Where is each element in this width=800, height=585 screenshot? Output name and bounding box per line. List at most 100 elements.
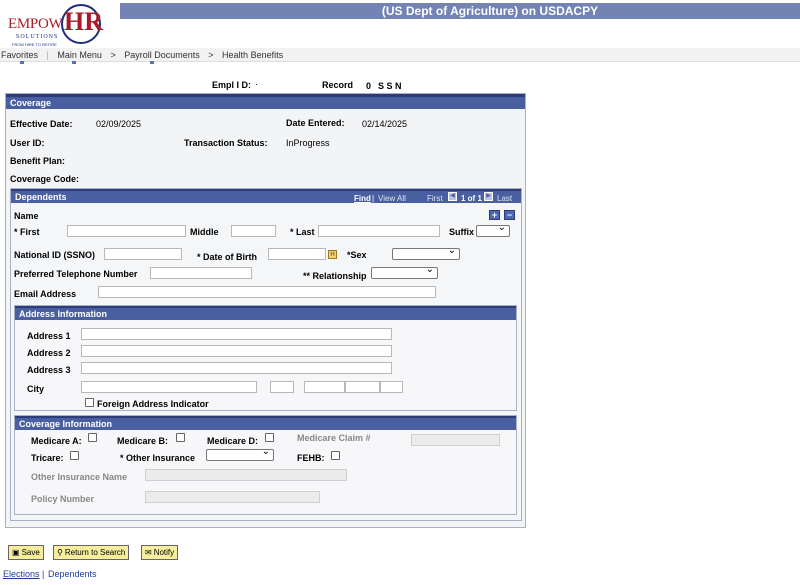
dob-input[interactable] <box>268 248 326 260</box>
country-input[interactable] <box>380 381 403 393</box>
national-id-input[interactable] <box>104 248 182 260</box>
medicare-d-checkbox[interactable] <box>265 433 274 442</box>
benefit-plan-label: Benefit Plan: <box>10 156 66 166</box>
page-info: 1 of 1 <box>461 194 482 203</box>
nav-main-menu[interactable]: Main Menu <box>57 50 102 60</box>
medicare-b-checkbox[interactable] <box>176 433 185 442</box>
medicare-b-label: Medicare B: <box>117 436 169 446</box>
empowhr-logo: EMPOW HR SOLUTIONS FROM HIRE TO RETIRE <box>6 4 121 48</box>
coverage-info-header: Coverage Information <box>15 416 516 430</box>
record-label: Record <box>322 80 354 90</box>
save-icon: ▣ <box>12 548 20 557</box>
email-label: Email Address <box>14 289 77 299</box>
view-all-link[interactable]: View All <box>378 194 406 203</box>
nav-health-benefits[interactable]: Health Benefits <box>222 50 283 60</box>
address2-label: Address 2 <box>27 348 71 358</box>
return-to-search-button[interactable]: ⚲ Return to Search <box>53 545 130 560</box>
transaction-status-value: InProgress <box>286 138 330 148</box>
ssn-label: S S N <box>378 81 402 91</box>
middle-name-input[interactable] <box>231 225 276 237</box>
other-insurance-select[interactable] <box>206 446 274 461</box>
middle-name-label: Middle <box>190 227 219 237</box>
dropdown-indicator-icon <box>20 61 24 64</box>
phone-input[interactable] <box>150 267 252 279</box>
last-name-label: * Last <box>290 227 315 237</box>
record-value: 0 <box>366 81 372 91</box>
breadcrumb-separator: > <box>110 50 116 60</box>
first-link[interactable]: First <box>427 194 443 203</box>
medicare-d-label: Medicare D: <box>207 436 259 446</box>
coverage-code-label: Coverage Code: <box>10 174 80 184</box>
address2-input[interactable] <box>81 345 392 357</box>
policy-number-input <box>145 491 320 503</box>
address1-label: Address 1 <box>27 331 71 341</box>
address-panel: Address Information <box>14 305 517 411</box>
next-icon[interactable]: ▶ <box>484 192 493 201</box>
dropdown-indicator-icon <box>72 61 76 64</box>
user-id-label: User ID: <box>10 138 45 148</box>
logo-solutions: SOLUTIONS <box>16 34 59 40</box>
nav-favorites[interactable]: Favorites <box>1 50 38 60</box>
footer-separator: | <box>42 569 45 579</box>
dropdown-indicator-icon <box>150 61 154 64</box>
fehb-label: FEHB: <box>297 453 325 463</box>
relationship-select[interactable] <box>371 264 438 279</box>
last-name-input[interactable] <box>318 225 440 237</box>
medicare-claim-input <box>411 434 500 446</box>
state-input[interactable] <box>270 381 294 393</box>
first-name-input[interactable] <box>67 225 186 237</box>
medicare-a-checkbox[interactable] <box>88 433 97 442</box>
name-label: Name <box>14 211 39 221</box>
address-header: Address Information <box>15 306 516 320</box>
effective-date-value: 02/09/2025 <box>96 119 142 129</box>
last-link[interactable]: Last <box>497 194 512 203</box>
coverage-header: Coverage <box>6 94 525 109</box>
foreign-address-label: Foreign Address Indicator <box>97 399 209 409</box>
medicare-a-label: Medicare A: <box>31 436 82 446</box>
other-insurance-name-input <box>145 469 347 481</box>
app-title: (US Dept of Agriculture) on USDACPY <box>120 3 800 19</box>
phone-label: Preferred Telephone Number <box>14 269 138 279</box>
logo-text: EMPOW <box>8 16 63 32</box>
dob-label: * Date of Birth <box>197 252 258 262</box>
remove-row-icon[interactable]: − <box>504 210 515 220</box>
breadcrumb: Favorites | Main Menu > Payroll Document… <box>0 48 800 62</box>
policy-number-label: Policy Number <box>31 494 95 504</box>
add-row-icon[interactable]: + <box>489 210 500 220</box>
suffix-label: Suffix <box>449 227 475 237</box>
address3-input[interactable] <box>81 362 392 374</box>
sex-select[interactable] <box>392 245 460 260</box>
email-input[interactable] <box>98 286 436 298</box>
dependents-header: Dependents <box>11 189 521 203</box>
zip-input[interactable] <box>304 381 345 393</box>
address1-input[interactable] <box>81 328 392 340</box>
sex-label: *Sex <box>347 250 367 260</box>
tricare-checkbox[interactable] <box>70 451 79 460</box>
effective-date-label: Effective Date: <box>10 119 73 129</box>
previous-icon[interactable]: ◀ <box>448 192 457 201</box>
dependents-title: Dependents <box>15 192 67 202</box>
other-insurance-label: * Other Insurance <box>120 453 196 463</box>
first-name-label: * First <box>14 227 40 237</box>
city-input[interactable] <box>81 381 257 393</box>
suffix-select[interactable] <box>476 222 510 237</box>
elections-link[interactable]: Elections <box>3 569 40 579</box>
empl-id-label: Empl I D: <box>212 80 252 90</box>
save-button[interactable]: ▣ Save <box>8 545 44 560</box>
address3-label: Address 3 <box>27 365 71 375</box>
zip-extension-input[interactable] <box>345 381 380 393</box>
date-entered-label: Date Entered: <box>286 118 345 128</box>
breadcrumb-separator: > <box>208 50 214 60</box>
nav-payroll-documents[interactable]: Payroll Documents <box>124 50 200 60</box>
search-icon: ⚲ <box>57 548 63 557</box>
national-id-label: National ID (SSNO) <box>14 250 96 260</box>
calendar-icon[interactable]: H <box>328 250 337 259</box>
find-link[interactable]: Find <box>354 194 371 203</box>
notify-button[interactable]: ✉ Notify <box>141 545 179 560</box>
date-entered-value: 02/14/2025 <box>362 119 408 129</box>
dependents-link[interactable]: Dependents <box>48 569 97 579</box>
fehb-checkbox[interactable] <box>331 451 340 460</box>
foreign-address-checkbox[interactable] <box>85 398 94 407</box>
city-label: City <box>27 384 45 394</box>
logo-tagline: FROM HIRE TO RETIRE <box>12 42 57 47</box>
